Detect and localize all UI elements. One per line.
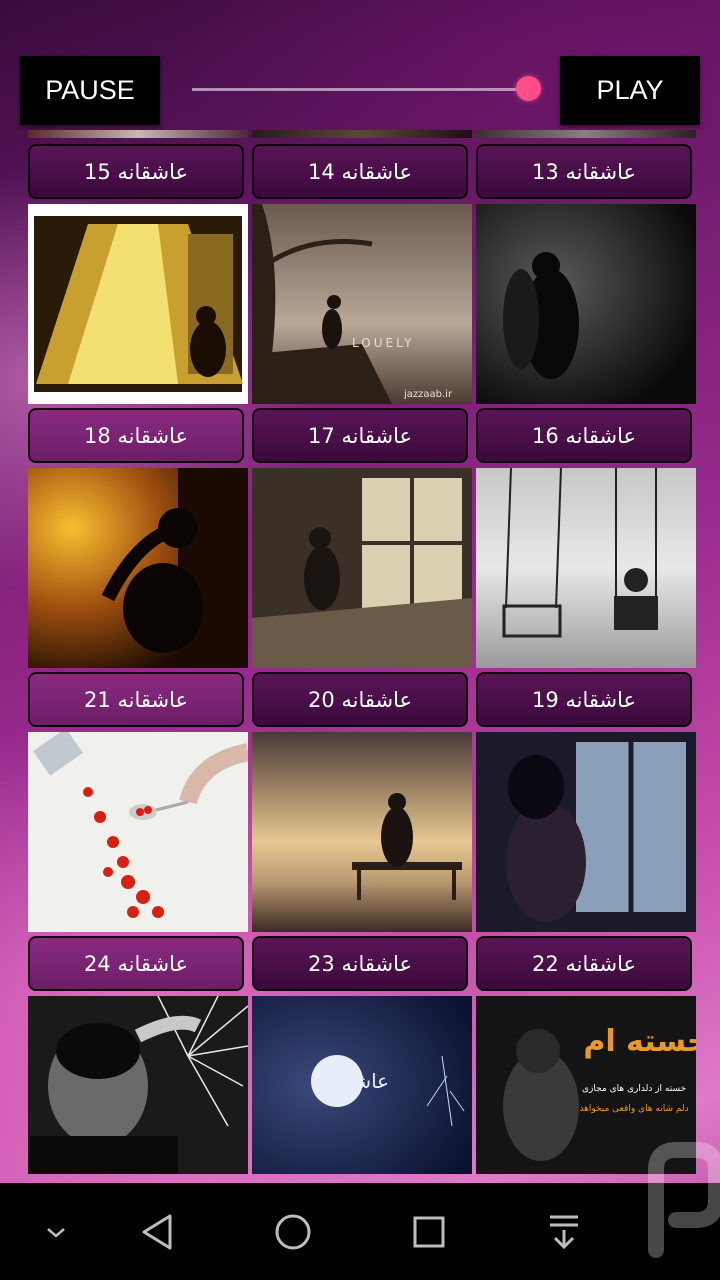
play-button[interactable]: PLAY [560, 56, 700, 125]
pause-button[interactable]: PAUSE [20, 56, 160, 125]
thumb-headline: خسته ام [583, 1024, 696, 1059]
item-title-button[interactable]: عاشقانه 20 [252, 672, 468, 727]
thumb-line: دلم شانه های واقعی میخواهد [579, 1104, 688, 1114]
progress-slider-track[interactable] [192, 88, 528, 91]
system-navigation-bar [0, 1142, 720, 1280]
thumb-watermark: jazzaab.ir [403, 389, 453, 400]
home-circle-icon[interactable] [272, 1211, 314, 1253]
item-thumbnail[interactable] [476, 204, 696, 404]
item-thumbnail[interactable] [28, 732, 248, 932]
item-thumbnail[interactable] [28, 468, 248, 668]
item-thumbnail[interactable]: عاشقم [252, 996, 472, 1174]
thumb-line: خسته از دلداری های مجازی [582, 1084, 686, 1094]
item-title-button[interactable]: عاشقانه 13 [476, 144, 692, 199]
app-store-watermark-icon [648, 1142, 720, 1258]
download-tray-icon[interactable] [546, 1212, 582, 1252]
item-title-button[interactable]: عاشقانه 17 [252, 408, 468, 463]
item-thumbnail[interactable]: LOUELY jazzaab.ir [252, 204, 472, 404]
item-thumbnail[interactable] [252, 468, 472, 668]
item-thumbnail[interactable] [28, 996, 248, 1174]
item-title-button[interactable]: عاشقانه 21 [28, 672, 244, 727]
thumb-title: عاشقم [331, 1069, 389, 1093]
playback-controls: PAUSE PLAY [0, 0, 720, 140]
item-thumbnail[interactable] [476, 732, 696, 932]
item-title-button[interactable]: عاشقانه 14 [252, 144, 468, 199]
item-title-button[interactable]: عاشقانه 23 [252, 936, 468, 991]
item-thumbnail[interactable] [252, 732, 472, 932]
item-title-button[interactable]: عاشقانه 24 [28, 936, 244, 991]
thumb-caption: LOUELY [352, 336, 415, 350]
item-title-button[interactable]: عاشقانه 18 [28, 408, 244, 463]
chevron-down-icon[interactable] [44, 1223, 68, 1241]
progress-slider-thumb[interactable] [516, 76, 541, 101]
item-thumbnail[interactable] [476, 468, 696, 668]
partial-thumb-top[interactable] [476, 130, 696, 138]
item-thumbnail[interactable] [28, 204, 248, 404]
item-title-button[interactable]: عاشقانه 15 [28, 144, 244, 199]
item-title-button[interactable]: عاشقانه 16 [476, 408, 692, 463]
back-triangle-icon[interactable] [138, 1212, 178, 1252]
partial-thumb-top[interactable] [28, 130, 248, 138]
recents-square-icon[interactable] [410, 1213, 448, 1251]
image-grid: عاشقانه 15 عاشقانه 14 LOUELY jazzaab.ir … [0, 130, 720, 1183]
item-title-button[interactable]: عاشقانه 19 [476, 672, 692, 727]
item-title-button[interactable]: عاشقانه 22 [476, 936, 692, 991]
partial-thumb-top[interactable] [252, 130, 472, 138]
